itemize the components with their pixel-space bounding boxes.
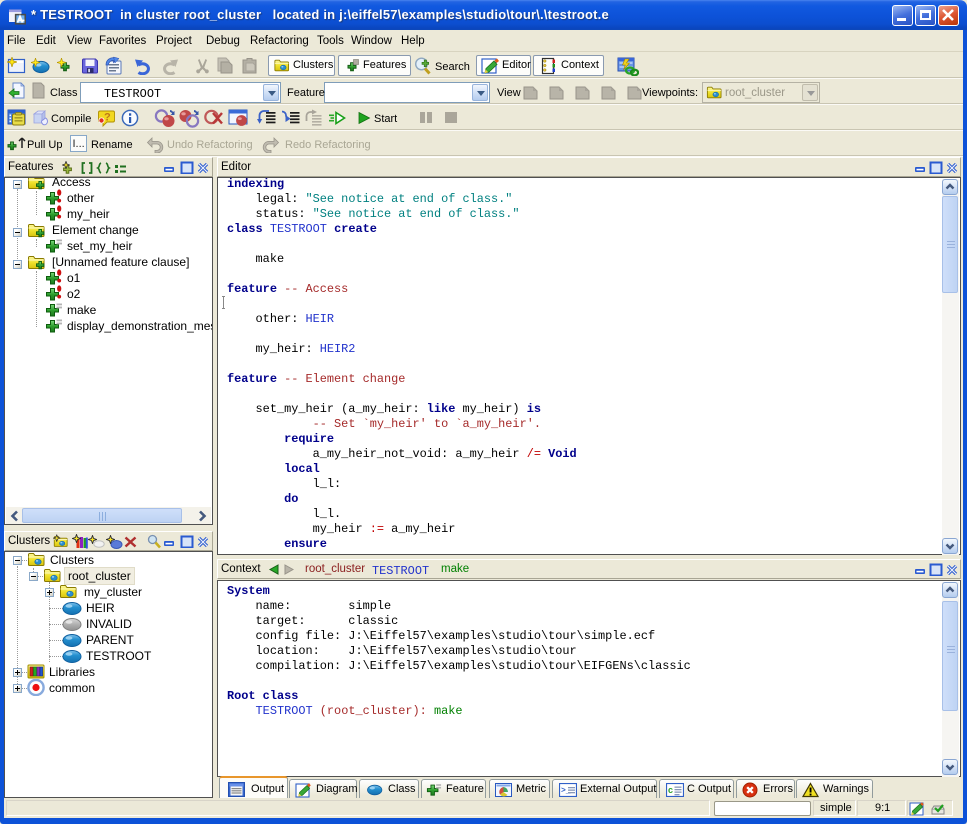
svg-text:I...: I... <box>73 138 85 150</box>
svg-text:c: c <box>668 785 673 795</box>
svg-text:?: ? <box>104 112 111 124</box>
